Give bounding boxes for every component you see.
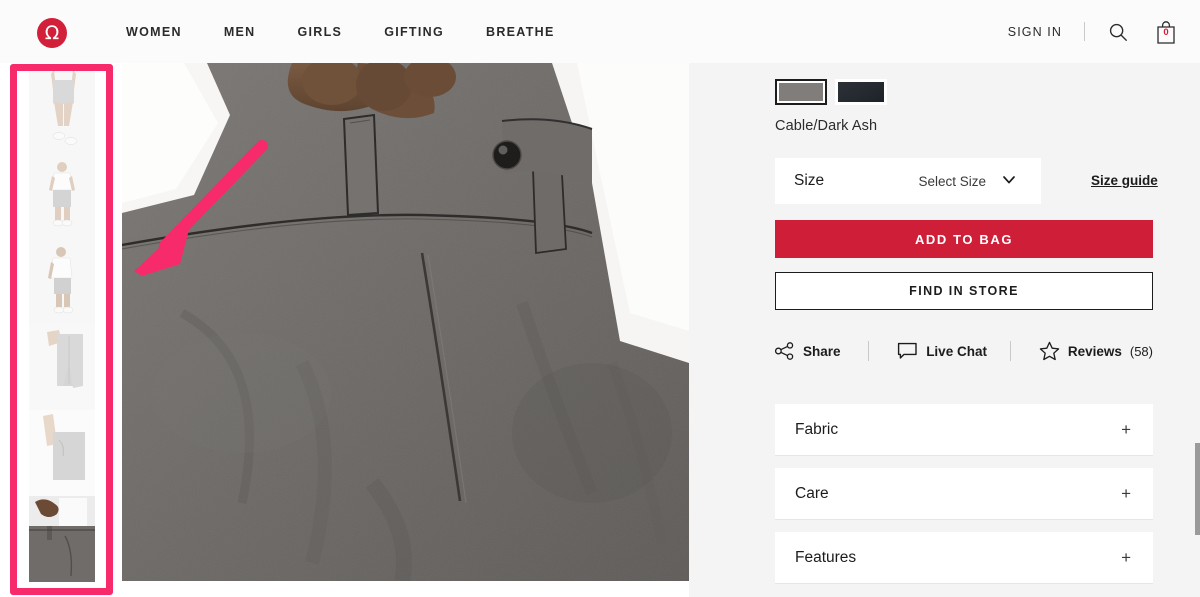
search-button[interactable] [1107, 21, 1129, 43]
thumbnail-2[interactable] [29, 152, 95, 238]
product-utilities: Share Live Chat Reviews (58) [775, 336, 1153, 366]
utility-divider-2 [1010, 341, 1011, 361]
thumbnail-image-2 [29, 152, 95, 238]
page-scrollbar-thumb[interactable] [1195, 443, 1200, 535]
size-label: Size [794, 172, 825, 189]
accordion-care-expand-icon: + [1121, 484, 1131, 503]
nav-item-women[interactable]: WOMEN [126, 25, 182, 39]
share-button[interactable]: Share [775, 342, 868, 360]
color-swatch-cable[interactable] [775, 79, 827, 105]
header-utilities: SIGN IN 0 [1008, 0, 1178, 63]
reviews-count: (58) [1129, 343, 1153, 359]
product-detail-page: Ω WOMEN MEN GIRLS GIFTING BREATHE SIGN I… [0, 0, 1200, 597]
lululemon-logo[interactable]: Ω [37, 18, 67, 48]
main-product-image-graphic [122, 63, 689, 581]
size-selected-value: Select Size [918, 173, 986, 189]
selected-color-label: Cable/Dark Ash [775, 118, 878, 134]
thumbnail-3[interactable] [29, 238, 95, 324]
nav-item-men[interactable]: MEN [224, 25, 256, 39]
accordion-features[interactable]: Features + [775, 532, 1153, 584]
live-chat-button[interactable]: Live Chat [897, 342, 1010, 360]
logo-circle: Ω [37, 18, 67, 48]
thumbnail-image-6 [29, 496, 95, 582]
thumbnail-image-3 [29, 238, 95, 324]
thumbnail-4[interactable] [29, 324, 95, 410]
color-swatch-cable-fill [779, 83, 823, 101]
color-swatch-dark-ash-fill [838, 82, 884, 102]
accordion-care[interactable]: Care + [775, 468, 1153, 520]
accordion-features-title: Features [795, 548, 857, 566]
accordion-fabric[interactable]: Fabric + [775, 404, 1153, 456]
accordion-fabric-title: Fabric [795, 420, 839, 438]
thumbnail-1[interactable] [29, 66, 95, 152]
shopping-bag-button[interactable]: 0 [1154, 19, 1178, 45]
share-label: Share [803, 343, 841, 359]
thumbnail-6[interactable] [29, 496, 95, 582]
reviews-label: Reviews [1067, 343, 1122, 359]
find-in-store-button[interactable]: FIND IN STORE [775, 272, 1153, 310]
chat-bubble-icon [898, 342, 917, 359]
live-chat-label: Live Chat [926, 343, 987, 359]
add-to-bag-button[interactable]: ADD TO BAG [775, 220, 1153, 258]
site-header: Ω WOMEN MEN GIRLS GIFTING BREATHE SIGN I… [0, 0, 1200, 63]
main-product-image[interactable] [122, 63, 689, 581]
logo-omega-icon: Ω [44, 21, 60, 44]
star-icon [1039, 341, 1060, 361]
thumbnail-5[interactable] [29, 410, 95, 496]
share-nodes-icon [775, 342, 794, 360]
utility-divider-1 [868, 341, 870, 361]
chevron-down-icon [1003, 176, 1015, 184]
thumbnail-rail [17, 63, 107, 590]
size-row: Size Select Size Size guide [775, 158, 1158, 204]
size-select[interactable]: Size Select Size [775, 158, 1041, 204]
nav-item-breathe[interactable]: BREATHE [486, 25, 555, 39]
accordion-features-expand-icon: + [1121, 548, 1131, 567]
page-content: Cable/Dark Ash Size Select Size Size gui… [0, 63, 1200, 597]
thumbnail-image-5 [29, 410, 95, 496]
primary-navigation: WOMEN MEN GIRLS GIFTING BREATHE [126, 0, 597, 63]
header-divider [1084, 22, 1085, 41]
reviews-button[interactable]: Reviews (58) [1039, 341, 1153, 361]
size-guide-link[interactable]: Size guide [1091, 173, 1158, 188]
color-swatch-dark-ash[interactable] [835, 79, 887, 105]
accordion-care-title: Care [795, 484, 829, 502]
color-swatches [775, 79, 887, 105]
search-icon [1109, 23, 1127, 41]
product-info-accordion: Fabric + Care + Features + [775, 404, 1153, 596]
page-scrollbar-track[interactable] [1195, 63, 1200, 597]
nav-item-girls[interactable]: GIRLS [298, 25, 343, 39]
thumbnail-image-4 [29, 324, 95, 410]
sign-in-link[interactable]: SIGN IN [1008, 25, 1062, 39]
bag-count-badge: 0 [1163, 26, 1169, 38]
thumbnail-image-1 [29, 66, 95, 152]
accordion-fabric-expand-icon: + [1121, 420, 1131, 439]
nav-item-gifting[interactable]: GIFTING [384, 25, 444, 39]
